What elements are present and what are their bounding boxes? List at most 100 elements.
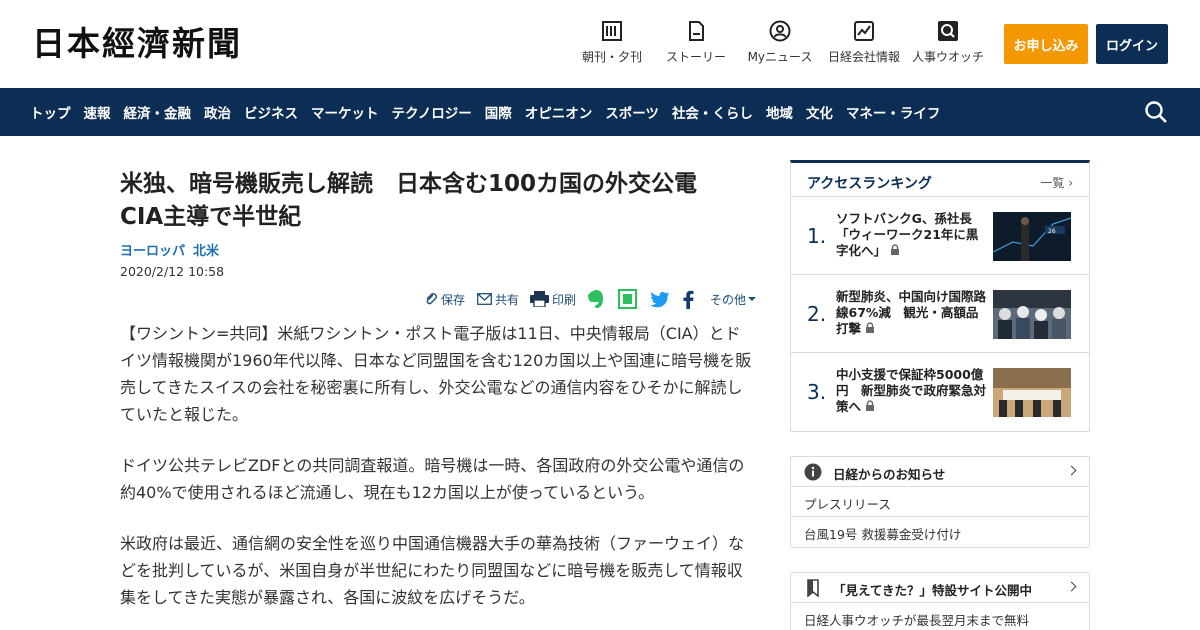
newspaper-icon xyxy=(602,21,622,41)
rank-headline: 中小支援で保証枠5000億円 新型肺炎で政府緊急対策へ xyxy=(836,367,986,415)
rank-headline-text: 新型肺炎、中国向け国際路線67%減 観光・高額品打撃 xyxy=(836,289,987,336)
search-icon[interactable] xyxy=(1144,100,1168,124)
chevron-right-icon xyxy=(1066,465,1077,476)
nav-item-sports[interactable]: スポーツ xyxy=(605,102,659,122)
promo-item-label: 日経人事ウオッチが最長翌月末まで無料 xyxy=(804,613,1030,628)
nav-item-international[interactable]: 国際 xyxy=(485,102,512,122)
nav-item-technology[interactable]: テクノロジー xyxy=(392,102,472,122)
promo-box: 「見えてきた？」特設サイト公開中 日経人事ウオッチが最長翌月末まで無料 xyxy=(790,572,1090,630)
nav-personnel-watch[interactable]: 人事ウオッチ xyxy=(910,20,986,65)
document-icon xyxy=(689,21,704,41)
nav-label: 朝刊・夕刊 xyxy=(581,50,642,64)
rank-headline-text: 中小支援で保証枠5000億円 新型肺炎で政府緊急対策へ xyxy=(836,367,987,414)
notice-item-label: 台風19号 救援募金受け付け xyxy=(804,527,962,542)
nav-my-news[interactable]: Myニュース xyxy=(746,20,814,65)
article-paragraph: 米政府は最近、通信網の安全性を巡り中国通信機器大手の華為技術（ファーウェイ）など… xyxy=(120,534,745,607)
ranking-title: アクセスランキング xyxy=(807,176,932,192)
thumbnail-image xyxy=(993,290,1071,339)
ranking-item[interactable]: 3. 中小支援で保証枠5000億円 新型肺炎で政府緊急対策へ xyxy=(791,353,1089,431)
info-icon xyxy=(804,463,822,481)
nav-label: Myニュース xyxy=(747,50,813,64)
nav-item-top[interactable]: トップ xyxy=(30,102,71,122)
lock-icon xyxy=(866,322,875,333)
promo-header[interactable]: 「見えてきた？」特設サイト公開中 xyxy=(791,573,1089,603)
caret-down-icon xyxy=(748,297,757,301)
notice-header[interactable]: 日経からのお知らせ xyxy=(791,457,1089,487)
save-button[interactable]: 保存 xyxy=(424,288,465,310)
nav-item-opinion[interactable]: オピニオン xyxy=(525,102,593,122)
rank-headline: 新型肺炎、中国向け国際路線67%減 観光・高額品打撃 xyxy=(836,289,986,337)
nav-item-politics[interactable]: 政治 xyxy=(204,102,231,122)
article-date: 2020/2/12 10:58 xyxy=(120,264,225,279)
evernote-icon xyxy=(588,290,603,308)
ranking-header: アクセスランキング 一覧 › xyxy=(791,163,1089,197)
thumbnail-image: 26 xyxy=(993,212,1071,261)
tag-europe[interactable]: ヨーロッパ xyxy=(120,240,185,259)
lock-icon xyxy=(866,400,875,411)
thumbnail-image xyxy=(993,368,1071,417)
nav-item-society[interactable]: 社会・くらし xyxy=(672,102,753,122)
note-button[interactable] xyxy=(618,288,637,310)
nav-label: 人事ウオッチ xyxy=(911,50,984,64)
lock-icon xyxy=(891,244,900,255)
notice-item[interactable]: プレスリリース xyxy=(791,487,1089,517)
print-label: 印刷 xyxy=(552,292,577,307)
twitter-button[interactable] xyxy=(650,288,670,310)
share-label: 共有 xyxy=(495,292,520,307)
promo-title: 「見えてきた？」特設サイト公開中 xyxy=(833,583,1033,598)
chart-icon xyxy=(854,21,874,41)
share-button[interactable]: 共有 xyxy=(477,288,519,310)
notice-item-label: プレスリリース xyxy=(804,497,891,512)
site-logo[interactable]: 日本經濟新聞 xyxy=(32,22,242,66)
nav-company-info[interactable]: 日経会社情報 xyxy=(826,20,902,65)
nav-item-market[interactable]: マーケット xyxy=(311,102,379,122)
nav-label: 日経会社情報 xyxy=(827,50,900,64)
nav-item-culture[interactable]: 文化 xyxy=(806,102,833,122)
article-paragraph: 【ワシントン=共同】米紙ワシントン・ポスト電子版は11日、中央情報局（CIA）と… xyxy=(120,324,752,424)
nav-item-region[interactable]: 地域 xyxy=(766,102,793,122)
notice-item[interactable]: 台風19号 救援募金受け付け xyxy=(791,517,1089,547)
notice-box: 日経からのお知らせ プレスリリース 台風19号 救援募金受け付け xyxy=(790,456,1090,548)
tag-north-america[interactable]: 北米 xyxy=(193,240,219,259)
article-paragraph: ドイツ公共テレビZDFとの共同調査報道。暗号機は一時、各国政府の外交公電や通信の… xyxy=(120,456,745,502)
nav-item-economy[interactable]: 経済・金融 xyxy=(124,102,192,122)
navbar-items: トップ 速報 経済・金融 政治 ビジネス マーケット テクノロジー 国際 オピニ… xyxy=(30,88,953,136)
twitter-icon xyxy=(650,291,669,307)
notice-title: 日経からのお知らせ xyxy=(833,467,946,482)
rank-number: 1. xyxy=(807,224,827,248)
ranking-item[interactable]: 2. 新型肺炎、中国向け国際路線67%減 観光・高額品打撃 xyxy=(791,275,1089,353)
evernote-button[interactable] xyxy=(587,288,605,310)
print-button[interactable]: 印刷 xyxy=(530,288,576,310)
chevron-right-icon xyxy=(1066,581,1077,592)
ranking-item[interactable]: 1. ソフトバンクG、孫社長「ウィーワーク21年に黒字化へ」 26 xyxy=(791,197,1089,275)
rank-number: 3. xyxy=(807,380,827,404)
main-navbar: トップ 速報 経済・金融 政治 ビジネス マーケット テクノロジー 国際 オピニ… xyxy=(0,88,1200,136)
save-label: 保存 xyxy=(441,292,466,307)
site-header: 日本經濟新聞 朝刊・夕刊 ストーリー Myニュース 日経会社情報 人事ウオッチ … xyxy=(0,0,1200,88)
bookmark-icon xyxy=(807,579,819,597)
ranking-more-link[interactable]: 一覧 › xyxy=(1040,174,1073,191)
article-tags: ヨーロッパ 北米 xyxy=(120,240,227,259)
login-button[interactable]: ログイン xyxy=(1096,24,1168,64)
printer-icon xyxy=(530,291,549,307)
access-ranking: アクセスランキング 一覧 › 1. ソフトバンクG、孫社長「ウィーワーク21年に… xyxy=(790,160,1090,432)
facebook-button[interactable] xyxy=(683,288,694,310)
rank-headline: ソフトバンクG、孫社長「ウィーワーク21年に黒字化へ」 xyxy=(836,211,986,259)
nav-item-breaking[interactable]: 速報 xyxy=(84,102,111,122)
article-title: 米独、暗号機販売し解読 日本含む100カ国の外交公電 CIA主導で半世紀 xyxy=(120,171,721,230)
nav-item-business[interactable]: ビジネス xyxy=(244,102,298,122)
more-menu-button[interactable]: その他 xyxy=(710,288,757,310)
facebook-icon xyxy=(683,290,694,309)
user-icon xyxy=(769,20,791,42)
promo-item[interactable]: 日経人事ウオッチが最長翌月末まで無料 xyxy=(791,603,1089,630)
nav-morning-evening[interactable]: 朝刊・夕刊 xyxy=(578,20,646,65)
nav-item-money-life[interactable]: マネー・ライフ xyxy=(846,102,941,122)
apply-button[interactable]: お申し込み xyxy=(1004,24,1088,64)
ranking-more-label: 一覧 xyxy=(1040,176,1065,190)
svg-text:26: 26 xyxy=(1048,228,1056,235)
nav-story[interactable]: ストーリー xyxy=(664,20,728,65)
more-label: その他 xyxy=(710,292,747,307)
note-icon xyxy=(618,289,637,309)
paperclip-icon xyxy=(426,293,437,305)
rank-number: 2. xyxy=(807,302,827,326)
